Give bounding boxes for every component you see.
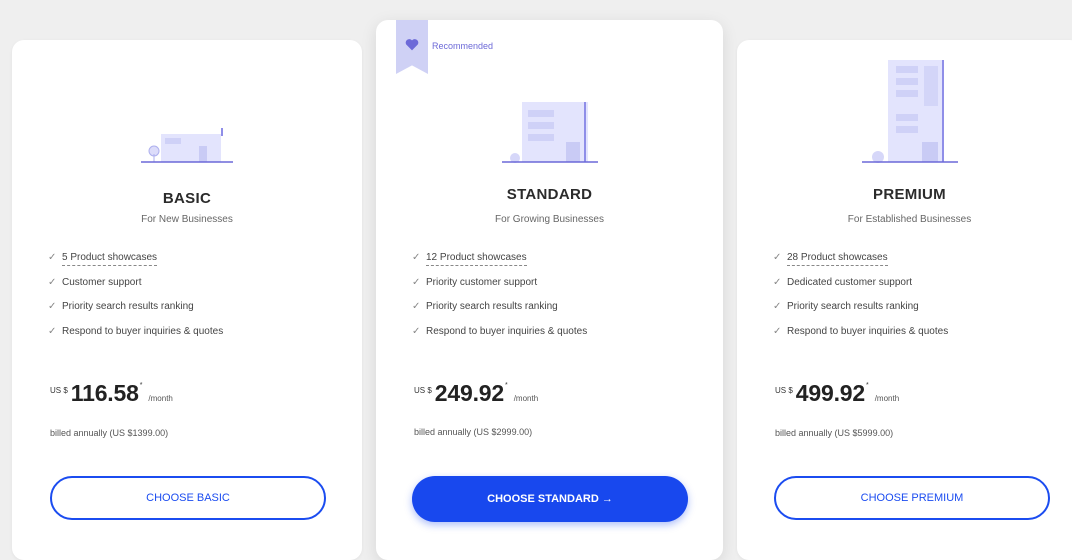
check-icon: ✓ bbox=[48, 301, 57, 312]
small-shop-icon bbox=[141, 128, 233, 163]
feature-item: ✓ 5 Product showcases bbox=[48, 251, 223, 276]
skyscraper-icon bbox=[861, 60, 958, 163]
feature-text: Customer support bbox=[62, 276, 142, 288]
feature-list: ✓ 28 Product showcases ✓ Dedicated custome… bbox=[773, 251, 948, 349]
feature-text[interactable]: 5 Product showcases bbox=[62, 251, 158, 266]
heart-icon bbox=[405, 39, 419, 51]
price-asterisk: * bbox=[504, 382, 508, 389]
feature-item: ✓ Dedicated customer support bbox=[773, 276, 948, 301]
plan-name: STANDARD bbox=[506, 186, 593, 203]
feature-item: ✓ Customer support bbox=[48, 276, 223, 301]
billed-annually: billed annually (US $5999.00) bbox=[775, 428, 894, 438]
feature-item: ✓ Priority search results ranking bbox=[412, 300, 587, 325]
choose-standard-button[interactable]: CHOOSE STANDARD → bbox=[412, 476, 688, 522]
feature-text: Respond to buyer inquiries & quotes bbox=[426, 325, 588, 337]
feature-item: ✓ Respond to buyer inquiries & quotes bbox=[773, 325, 948, 350]
billed-annually: billed annually (US $2999.00) bbox=[414, 427, 533, 437]
price-amount: 499.92 bbox=[795, 380, 865, 406]
price: US $ 499.92 * /month bbox=[775, 380, 899, 407]
feature-item: ✓ Priority search results ranking bbox=[773, 300, 948, 325]
plan-name: PREMIUM bbox=[873, 186, 946, 203]
feature-list: ✓ 12 Product showcases ✓ Priority customer… bbox=[412, 251, 587, 349]
feature-text: Dedicated customer support bbox=[787, 276, 913, 288]
price-period: /month bbox=[874, 394, 900, 403]
feature-item: ✓ Respond to buyer inquiries & quotes bbox=[412, 325, 587, 350]
feature-text: Respond to buyer inquiries & quotes bbox=[62, 325, 224, 337]
feature-text: Priority search results ranking bbox=[62, 301, 194, 312]
feature-text: Priority search results ranking bbox=[787, 301, 919, 312]
check-icon: ✓ bbox=[773, 301, 782, 312]
check-icon: ✓ bbox=[412, 301, 421, 312]
currency-label: US $ bbox=[50, 386, 68, 395]
plan-card-premium: PREMIUM For Established Businesses ✓ 28 P… bbox=[737, 40, 1072, 560]
price-amount: 116.58 bbox=[70, 380, 139, 406]
currency-label: US $ bbox=[775, 386, 793, 395]
recommended-ribbon bbox=[396, 20, 428, 74]
recommended-label: Recommended bbox=[432, 41, 494, 51]
choose-basic-button[interactable]: CHOOSE BASIC bbox=[50, 476, 326, 520]
choose-premium-button[interactable]: CHOOSE PREMIUM bbox=[774, 476, 1050, 520]
plan-name: BASIC bbox=[162, 190, 212, 207]
feature-item: ✓ 28 Product showcases bbox=[773, 251, 948, 276]
check-icon: ✓ bbox=[773, 325, 782, 337]
feature-text: Priority customer support bbox=[426, 276, 538, 288]
check-icon: ✓ bbox=[48, 325, 57, 337]
check-icon: ✓ bbox=[412, 276, 421, 288]
check-icon: ✓ bbox=[773, 276, 782, 288]
billed-annually: billed annually (US $1399.00) bbox=[50, 428, 169, 438]
price: US $ 116.58 * /month bbox=[50, 380, 173, 407]
feature-text: Priority search results ranking bbox=[426, 301, 558, 312]
check-icon: ✓ bbox=[773, 252, 782, 263]
check-icon: ✓ bbox=[412, 325, 421, 337]
feature-text[interactable]: 28 Product showcases bbox=[787, 251, 888, 266]
check-icon: ✓ bbox=[48, 252, 57, 263]
feature-item: ✓ Priority customer support bbox=[412, 276, 587, 301]
feature-text[interactable]: 12 Product showcases bbox=[426, 251, 527, 266]
feature-item: ✓ 12 Product showcases bbox=[412, 251, 587, 276]
plan-subtitle: For New Businesses bbox=[141, 214, 233, 225]
plan-subtitle: For Growing Businesses bbox=[495, 214, 604, 225]
price-period: /month bbox=[148, 394, 173, 403]
price-asterisk: * bbox=[139, 382, 143, 389]
check-icon: ✓ bbox=[412, 252, 421, 263]
feature-item: ✓ Respond to buyer inquiries & quotes bbox=[48, 325, 223, 350]
feature-list: ✓ 5 Product showcases ✓ Customer support ✓… bbox=[48, 251, 223, 349]
price-period: /month bbox=[513, 394, 539, 403]
office-building-icon bbox=[501, 102, 598, 163]
price-asterisk: * bbox=[865, 382, 869, 389]
price-amount: 249.92 bbox=[434, 380, 504, 406]
feature-item: ✓ Priority search results ranking bbox=[48, 300, 223, 325]
plan-card-basic: BASIC For New Businesses ✓ 5 Product show… bbox=[12, 40, 362, 560]
price: US $ 249.92 * /month bbox=[414, 380, 538, 407]
check-icon: ✓ bbox=[48, 276, 57, 288]
plan-subtitle: For Established Businesses bbox=[847, 214, 972, 225]
currency-label: US $ bbox=[414, 386, 432, 395]
plan-card-standard: Recommended STANDARD For Growing Busines… bbox=[376, 20, 723, 560]
feature-text: Respond to buyer inquiries & quotes bbox=[787, 325, 949, 337]
